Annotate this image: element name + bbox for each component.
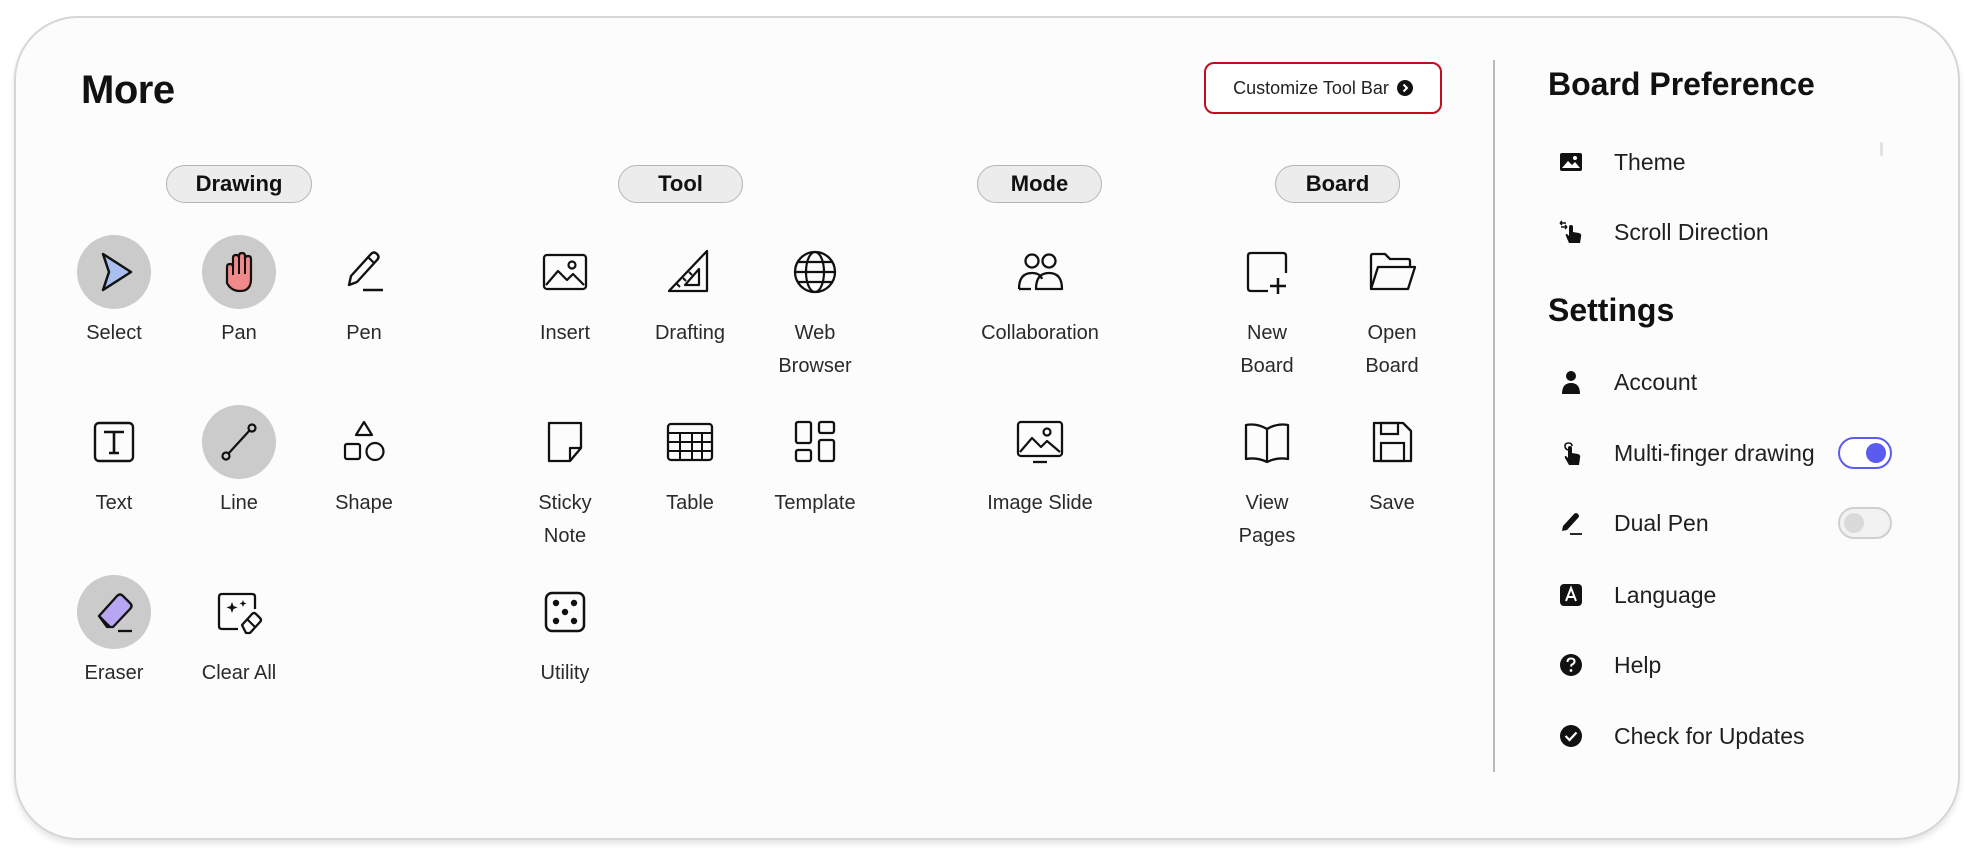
- person-icon: [1558, 369, 1584, 395]
- multi-finger-drawing-toggle[interactable]: [1838, 437, 1892, 469]
- setting-dual-pen[interactable]: Dual Pen: [1558, 503, 1709, 543]
- tool-web-browser-label: Web Browser: [778, 322, 852, 377]
- setting-help[interactable]: Help: [1558, 645, 1661, 685]
- table-icon: [666, 422, 714, 462]
- chevron-right-circle-icon: [1396, 80, 1413, 96]
- mode-collaboration[interactable]: Collaboration: [965, 235, 1115, 350]
- board-preference-title: Board Preference: [1548, 66, 1815, 102]
- board-open[interactable]: Open Board: [1317, 235, 1467, 383]
- customize-toolbar-button[interactable]: Customize Tool Bar: [1204, 62, 1442, 114]
- folder-open-icon: [1369, 252, 1417, 291]
- setting-account[interactable]: Account: [1558, 362, 1697, 402]
- dual-pen-toggle[interactable]: [1838, 507, 1892, 539]
- scrollbar[interactable]: [1880, 142, 1883, 156]
- setting-account-label: Account: [1614, 368, 1698, 395]
- dice-icon: [544, 591, 586, 633]
- board-save[interactable]: Save: [1317, 405, 1467, 520]
- image-slide-icon: [1016, 420, 1064, 464]
- pen-icon: [347, 251, 383, 292]
- setting-check-for-updates-label: Check for Updates: [1614, 722, 1805, 749]
- group-tool-label: Tool: [618, 165, 743, 203]
- setting-multi-finger-drawing[interactable]: Multi-finger drawing: [1558, 433, 1815, 473]
- setting-dual-pen-label: Dual Pen: [1614, 509, 1709, 536]
- setting-theme[interactable]: Theme: [1558, 142, 1686, 182]
- tool-utility-label: Utility: [540, 662, 590, 684]
- select-cursor-icon: [101, 252, 133, 292]
- group-drawing-label: Drawing: [166, 165, 312, 203]
- clear-all-icon: [217, 592, 263, 635]
- group-board-label: Board: [1275, 165, 1400, 203]
- toggle-knob: [1844, 513, 1864, 533]
- sticky-note-icon: [547, 421, 583, 463]
- template-icon: [794, 420, 836, 463]
- tool-template-label: Template: [774, 492, 856, 514]
- tool-web-browser[interactable]: Web Browser: [740, 235, 890, 383]
- floppy-disk-icon: [1372, 421, 1413, 463]
- globe-icon: [793, 250, 837, 294]
- setting-language-label: Language: [1614, 581, 1717, 608]
- tool-utility[interactable]: Utility: [490, 575, 640, 690]
- tool-shape[interactable]: Shape: [289, 405, 439, 520]
- setting-scroll-direction[interactable]: Scroll Direction: [1558, 212, 1769, 252]
- board-save-label: Save: [1369, 492, 1415, 514]
- tool-pen[interactable]: Pen: [289, 235, 439, 350]
- toggle-knob: [1866, 443, 1886, 463]
- help-icon: [1558, 652, 1584, 678]
- language-icon: [1558, 582, 1584, 608]
- mode-collaboration-label: Collaboration: [981, 322, 1099, 344]
- setting-language[interactable]: Language: [1558, 575, 1716, 615]
- settings-title: Settings: [1548, 292, 1675, 328]
- tool-clear-all-label: Clear All: [201, 662, 277, 684]
- image-insert-icon: [542, 253, 588, 291]
- text-icon: [93, 421, 135, 463]
- hand-icon: [225, 251, 253, 293]
- image-icon: [1558, 149, 1584, 175]
- set-square-icon: [667, 249, 709, 293]
- mode-image-slide[interactable]: Image Slide: [965, 405, 1115, 520]
- tool-clear-all[interactable]: Clear All: [164, 575, 314, 690]
- tool-pen-label: Pen: [346, 322, 382, 344]
- check-circle-icon: [1558, 723, 1584, 749]
- setting-scroll-direction-label: Scroll Direction: [1614, 218, 1769, 245]
- setting-theme-label: Theme: [1614, 148, 1686, 175]
- book-icon: [1244, 423, 1290, 464]
- group-mode-label: Mode: [977, 165, 1102, 203]
- touch-hand-icon: [1558, 440, 1584, 466]
- board-open-label: Open Board: [1365, 322, 1419, 377]
- setting-multi-finger-label: Multi-finger drawing: [1614, 439, 1815, 466]
- scroll-hand-icon: [1558, 219, 1584, 245]
- tool-template[interactable]: Template: [740, 405, 890, 520]
- mode-image-slide-label: Image Slide: [987, 492, 1093, 514]
- setting-check-for-updates[interactable]: Check for Updates: [1558, 716, 1804, 756]
- line-icon: [221, 423, 257, 461]
- page-title: More: [81, 68, 175, 112]
- new-board-icon: [1246, 251, 1288, 294]
- eraser-icon: [97, 593, 133, 633]
- people-icon: [1017, 253, 1064, 291]
- setting-help-label: Help: [1614, 651, 1662, 678]
- tool-shape-label: Shape: [335, 492, 393, 514]
- sidebar-divider: [1493, 60, 1495, 772]
- shapes-icon: [343, 420, 385, 462]
- pen-icon: [1558, 510, 1584, 536]
- customize-toolbar-label: Customize Tool Bar: [1233, 77, 1389, 98]
